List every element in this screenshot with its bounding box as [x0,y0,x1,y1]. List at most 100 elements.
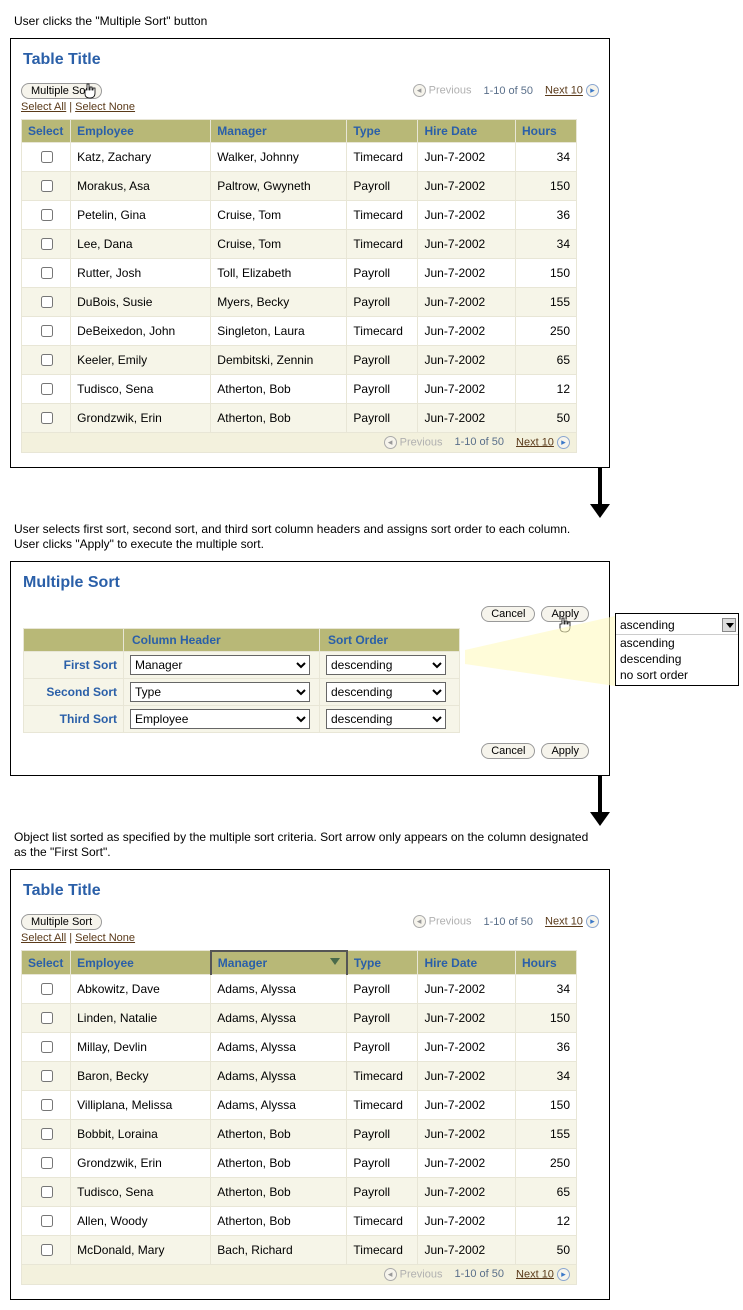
sort-descending-icon [330,958,340,965]
cell-hire-date: Jun-7-2002 [418,403,516,432]
row-checkbox[interactable] [41,1215,53,1227]
row-checkbox[interactable] [41,1070,53,1082]
cancel-button[interactable]: Cancel [481,743,535,759]
row-checkbox[interactable] [41,296,53,308]
sort-order-dropdown[interactable]: ascending ascending descending no sort o… [615,613,739,686]
col-employee[interactable]: Employee [71,119,211,142]
row-checkbox[interactable] [41,354,53,366]
cell-manager: Cruise, Tom [211,229,347,258]
dropdown-option[interactable]: no sort order [616,667,738,683]
cancel-button[interactable]: Cancel [481,606,535,622]
cell-employee: Grondzwik, Erin [71,403,211,432]
col-select[interactable]: Select [22,119,71,142]
caption-step3: Object list sorted as specified by the m… [14,830,594,861]
row-checkbox[interactable] [41,238,53,250]
row-checkbox[interactable] [41,983,53,995]
cell-employee: Allen, Woody [71,1206,211,1235]
row-checkbox[interactable] [41,1012,53,1024]
cell-type: Payroll [347,1032,418,1061]
data-table-sorted: Select Employee Manager Type Hire Date H… [21,950,577,1265]
column-header-select[interactable]: Type [130,682,310,702]
cell-manager: Singleton, Laura [211,316,347,345]
cell-manager: Adams, Alyssa [211,1061,347,1090]
col-employee[interactable]: Employee [71,951,211,975]
table-row: DuBois, SusieMyers, BeckyPayrollJun-7-20… [22,287,577,316]
dropdown-option[interactable]: descending [616,651,738,667]
table-row: Keeler, EmilyDembitski, ZenninPayrollJun… [22,345,577,374]
row-checkbox[interactable] [41,1041,53,1053]
cell-hours: 50 [516,403,577,432]
sort-row-label: First Sort [24,651,124,678]
cell-employee: Bobbit, Loraina [71,1119,211,1148]
row-checkbox[interactable] [41,209,53,221]
cell-type: Timecard [347,1206,418,1235]
cell-manager: Atherton, Bob [211,374,347,403]
cell-type: Timecard [347,1061,418,1090]
column-header-select[interactable]: Employee [130,709,310,729]
next-link[interactable]: Next 10 [516,1268,554,1280]
table-row: Grondzwik, ErinAtherton, BobPayrollJun-7… [22,1148,577,1177]
col-select[interactable]: Select [22,951,71,975]
col-hours[interactable]: Hours [516,951,577,975]
next-icon[interactable]: ▸ [586,915,599,928]
row-checkbox[interactable] [41,151,53,163]
col-type[interactable]: Type [347,119,418,142]
select-all-link[interactable]: Select All [21,932,66,944]
select-all-link[interactable]: Select All [21,101,66,113]
cell-hours: 250 [516,1148,577,1177]
sort-order-select[interactable]: descending [326,655,446,675]
dropdown-option[interactable]: ascending [616,635,738,651]
row-checkbox[interactable] [41,1157,53,1169]
col-hours[interactable]: Hours [516,119,577,142]
page-title: Table Title [23,51,599,69]
row-checkbox[interactable] [41,383,53,395]
table-row: Grondzwik, ErinAtherton, BobPayrollJun-7… [22,403,577,432]
col-manager-sorted[interactable]: Manager [211,951,347,975]
row-checkbox[interactable] [41,412,53,424]
caption-step2: User selects first sort, second sort, an… [14,522,594,553]
panel-before: Table Title Multiple Sort ◂ Previous 1-1… [10,38,610,468]
next-link[interactable]: Next 10 [516,436,554,448]
col-type[interactable]: Type [347,951,418,975]
row-checkbox[interactable] [41,325,53,337]
cell-manager: Adams, Alyssa [211,1090,347,1119]
row-checkbox[interactable] [41,1244,53,1256]
multiple-sort-button[interactable]: Multiple Sort [21,914,102,930]
cell-hire-date: Jun-7-2002 [418,1177,516,1206]
row-checkbox[interactable] [41,267,53,279]
cell-employee: Keeler, Emily [71,345,211,374]
next-icon[interactable]: ▸ [586,84,599,97]
col-hire-date[interactable]: Hire Date [418,951,516,975]
col-header-label: Column Header [124,628,320,651]
col-manager[interactable]: Manager [211,119,347,142]
prev-icon: ◂ [413,915,426,928]
select-none-link[interactable]: Select None [75,932,135,944]
panel-sort-dialog: Multiple Sort Cancel Apply Column Header… [10,561,610,776]
table-row: Abkowitz, DaveAdams, AlyssaPayrollJun-7-… [22,974,577,1003]
chevron-down-icon[interactable] [722,618,736,632]
select-none-link[interactable]: Select None [75,101,135,113]
cell-hours: 65 [516,345,577,374]
table-row: Rutter, JoshToll, ElizabethPayrollJun-7-… [22,258,577,287]
page-range: 1-10 of 50 [483,85,533,97]
next-link[interactable]: Next 10 [545,85,583,97]
next-link[interactable]: Next 10 [545,916,583,928]
cell-hours: 155 [516,1119,577,1148]
cell-employee: Rutter, Josh [71,258,211,287]
cell-hours: 150 [516,1003,577,1032]
sort-order-select[interactable]: descending [326,682,446,702]
col-hire-date[interactable]: Hire Date [418,119,516,142]
next-icon[interactable]: ▸ [557,1268,570,1281]
row-checkbox[interactable] [41,1099,53,1111]
row-checkbox[interactable] [41,1128,53,1140]
cell-hire-date: Jun-7-2002 [418,1148,516,1177]
row-checkbox[interactable] [41,1186,53,1198]
column-header-select[interactable]: Manager [130,655,310,675]
prev-link-disabled: Previous [400,436,443,448]
sort-order-select[interactable]: descending [326,709,446,729]
apply-button[interactable]: Apply [541,743,589,759]
prev-icon: ◂ [384,436,397,449]
next-icon[interactable]: ▸ [557,436,570,449]
data-table: Select Employee Manager Type Hire Date H… [21,119,577,433]
row-checkbox[interactable] [41,180,53,192]
